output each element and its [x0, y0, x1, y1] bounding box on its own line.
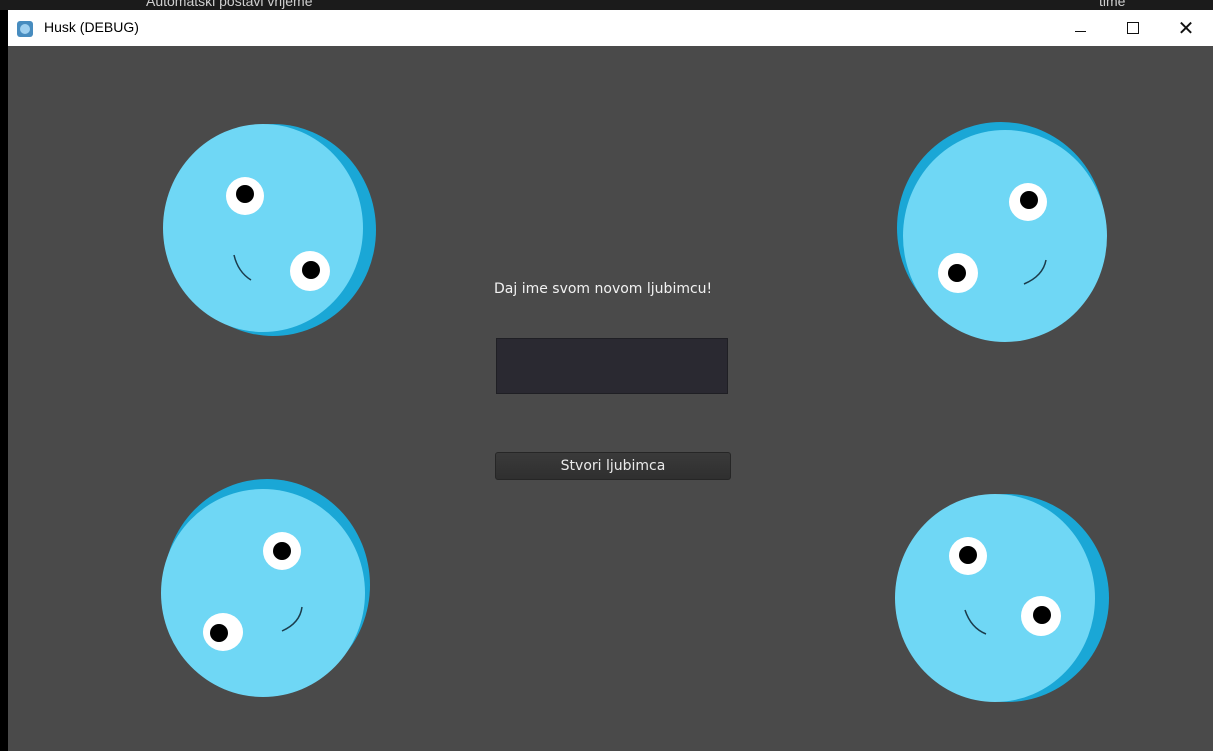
title-bar[interactable]: Husk (DEBUG) ✕: [8, 10, 1213, 46]
pet-creature-bottom-left: [149, 471, 379, 701]
close-button[interactable]: ✕: [1160, 10, 1212, 46]
pet-creature-icon: [161, 479, 370, 697]
pet-creature-bottom-right: [883, 486, 1113, 716]
minimize-button[interactable]: [1054, 10, 1106, 46]
pet-name-input[interactable]: [496, 338, 728, 394]
window-title: Husk (DEBUG): [44, 19, 139, 35]
pet-creature-top-right: [893, 118, 1123, 348]
maximize-icon: [1127, 22, 1139, 34]
background-text: Automatski postavi vrijeme: [146, 0, 313, 9]
pet-creature-top-left: [153, 112, 383, 342]
name-prompt-label: Daj ime svom novom ljubimcu!: [494, 281, 713, 297]
pet-creature-icon: [897, 122, 1107, 342]
create-pet-button[interactable]: Stvori ljubimca: [495, 452, 731, 480]
pet-creature-icon: [895, 494, 1109, 702]
minimize-icon: [1074, 30, 1086, 32]
app-window: Husk (DEBUG) ✕ Daj ime svom novom ljubim…: [8, 10, 1213, 751]
background-taskbar-strip: Automatski postavi vrijeme time: [0, 0, 1213, 10]
maximize-button[interactable]: [1107, 10, 1159, 46]
godot-engine-icon: [17, 21, 33, 37]
game-canvas: Daj ime svom novom ljubimcu! Stvori ljub…: [8, 46, 1213, 751]
pet-creature-icon: [163, 124, 376, 336]
close-icon: ✕: [1177, 16, 1195, 40]
background-text-right: time: [1099, 0, 1126, 9]
